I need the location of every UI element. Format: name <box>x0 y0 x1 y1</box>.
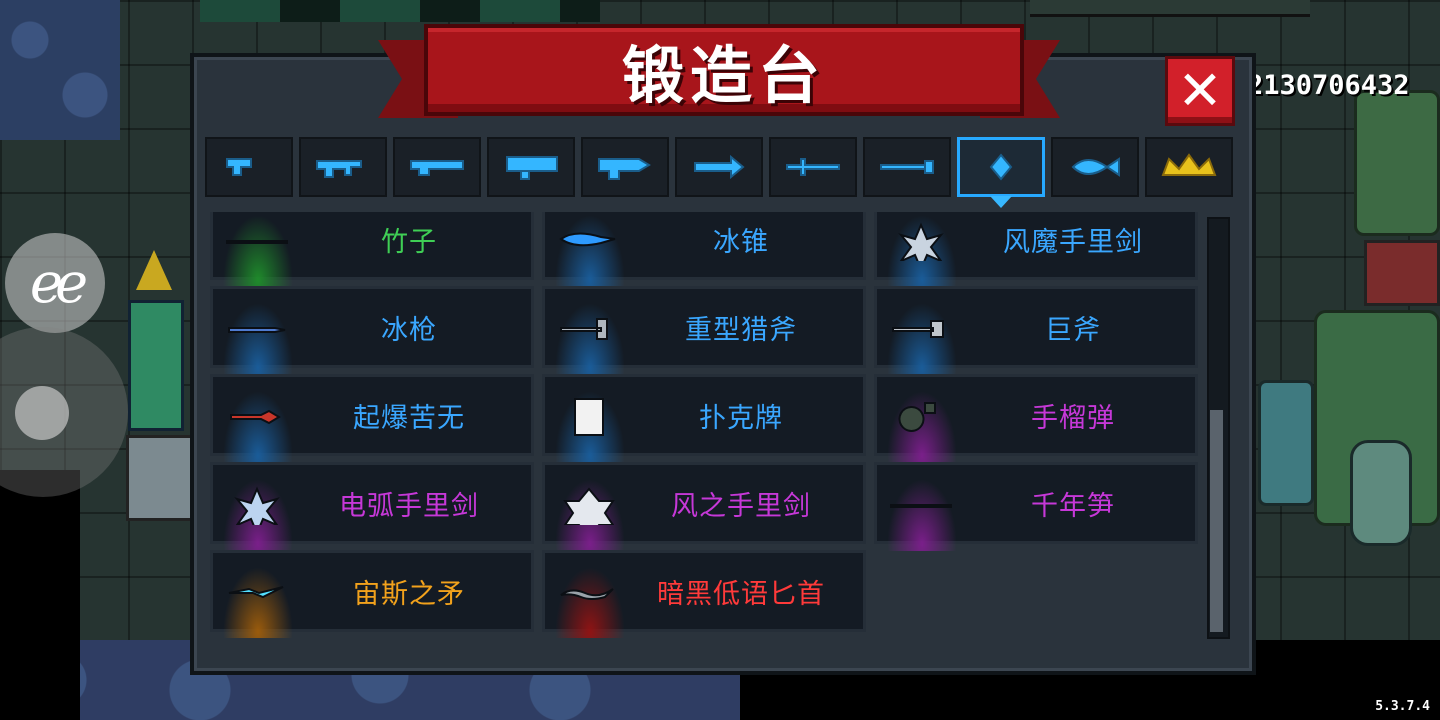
panel-title: 锻造台 <box>621 39 826 112</box>
weapon-card[interactable]: 千年笋 <box>874 462 1198 551</box>
ice-cone-icon <box>557 221 621 261</box>
weapon-card[interactable]: 暗黑低语匕首 <box>542 550 866 638</box>
stone-wall <box>0 0 120 140</box>
wind-shuriken-icon <box>557 485 621 525</box>
laser-gun-icon <box>598 158 651 180</box>
tab-launcher[interactable] <box>487 137 575 197</box>
pistol-icon <box>226 158 252 176</box>
dagger-icon <box>557 573 621 613</box>
weapon-card[interactable]: 起爆苦无 <box>210 374 534 463</box>
weapon-card[interactable]: 电弧手里剑 <box>210 462 534 551</box>
tab-arrow[interactable] <box>675 137 763 197</box>
emote-button[interactable]: ee <box>5 233 105 333</box>
wall-pipes <box>200 0 600 22</box>
kunai-icon <box>225 397 289 437</box>
launcher-icon <box>506 156 558 180</box>
throwing-weapon-icon <box>989 153 1013 181</box>
weapon-card[interactable]: 重型猎斧 <box>542 286 866 375</box>
tab-pistol[interactable] <box>205 137 293 197</box>
poker-card-icon <box>557 397 621 437</box>
bamboo-shoot-icon <box>889 485 953 525</box>
weapon-card[interactable]: 冰枪 <box>210 286 534 375</box>
weapon-name: 电弧手里剑 <box>339 490 479 522</box>
weapon-name: 风魔手里剑 <box>1003 226 1143 258</box>
weapon-name: 风之手里剑 <box>671 490 811 522</box>
weapon-card[interactable]: 冰锥 <box>542 212 866 287</box>
shotgun-icon <box>410 160 464 176</box>
sword-icon <box>786 158 840 176</box>
version-label: 5.3.7.4 <box>1375 699 1430 714</box>
close-icon: ✕ <box>1177 59 1223 122</box>
weapon-name: 重型猎斧 <box>685 314 797 346</box>
weapon-card[interactable]: 风魔手里剑 <box>874 212 1198 287</box>
bamboo-icon <box>225 221 289 261</box>
weapon-card[interactable]: 风之手里剑 <box>542 462 866 551</box>
weapon-name: 千年笋 <box>1031 490 1115 522</box>
wall-ledge <box>1030 0 1310 17</box>
weapon-card[interactable]: 手榴弹 <box>874 374 1198 463</box>
arrow-icon <box>694 154 745 180</box>
weapon-name: 冰枪 <box>381 314 437 346</box>
minecart <box>126 435 194 521</box>
crown-icon <box>1161 153 1217 176</box>
grenade-icon <box>889 397 953 437</box>
title-ribbon: 锻造台 <box>424 24 1024 116</box>
tab-rifle[interactable] <box>299 137 387 197</box>
weapon-name: 扑克牌 <box>699 402 783 434</box>
great-axe-icon <box>889 309 953 349</box>
void-area-left <box>0 470 80 720</box>
axe-icon <box>557 309 621 349</box>
tab-crown[interactable] <box>1145 137 1233 197</box>
close-button[interactable]: ✕ <box>1165 56 1235 126</box>
weapon-name: 暗黑低语匕首 <box>657 578 825 610</box>
rifle-icon <box>316 160 362 178</box>
joystick-knob[interactable] <box>15 386 69 440</box>
staff-icon <box>880 160 934 174</box>
tab-throwing-weapon[interactable] <box>957 137 1045 197</box>
fish-icon <box>1071 157 1120 177</box>
weapon-list: 竹子 冰锥 风魔手里剑冰枪 重型猎斧 巨斧起爆苦无 扑克牌 手榴弹电弧手里剑 风之手里剑 千年笋… <box>210 212 1202 638</box>
tab-laser-gun[interactable] <box>581 137 669 197</box>
machines <box>1250 90 1440 560</box>
tab-staff[interactable] <box>863 137 951 197</box>
weapon-name: 冰锥 <box>713 226 769 258</box>
weapon-name: 巨斧 <box>1045 314 1101 346</box>
weapon-name: 竹子 <box>381 226 437 258</box>
weapon-card[interactable]: 竹子 <box>210 212 534 287</box>
category-tabs <box>205 137 1235 197</box>
scrollbar-thumb[interactable] <box>1210 410 1223 632</box>
weapon-card[interactable]: 巨斧 <box>874 286 1198 375</box>
tab-sword[interactable] <box>769 137 857 197</box>
tab-fish[interactable] <box>1051 137 1139 197</box>
arc-shuriken-icon <box>225 485 289 525</box>
tab-shotgun[interactable] <box>393 137 481 197</box>
weapon-card[interactable]: 宙斯之矛 <box>210 550 534 638</box>
active-tab-indicator <box>990 196 1012 208</box>
statue <box>122 250 184 431</box>
weapon-name: 宙斯之矛 <box>353 578 465 610</box>
shuriken-icon <box>889 221 953 261</box>
ice-spear-icon <box>225 309 289 349</box>
seed-number: 2130706432 <box>1247 70 1410 101</box>
lightning-spear-icon <box>225 573 289 613</box>
weapon-card[interactable]: 扑克牌 <box>542 374 866 463</box>
weapon-name: 手榴弹 <box>1031 402 1115 434</box>
weapon-name: 起爆苦无 <box>353 402 465 434</box>
